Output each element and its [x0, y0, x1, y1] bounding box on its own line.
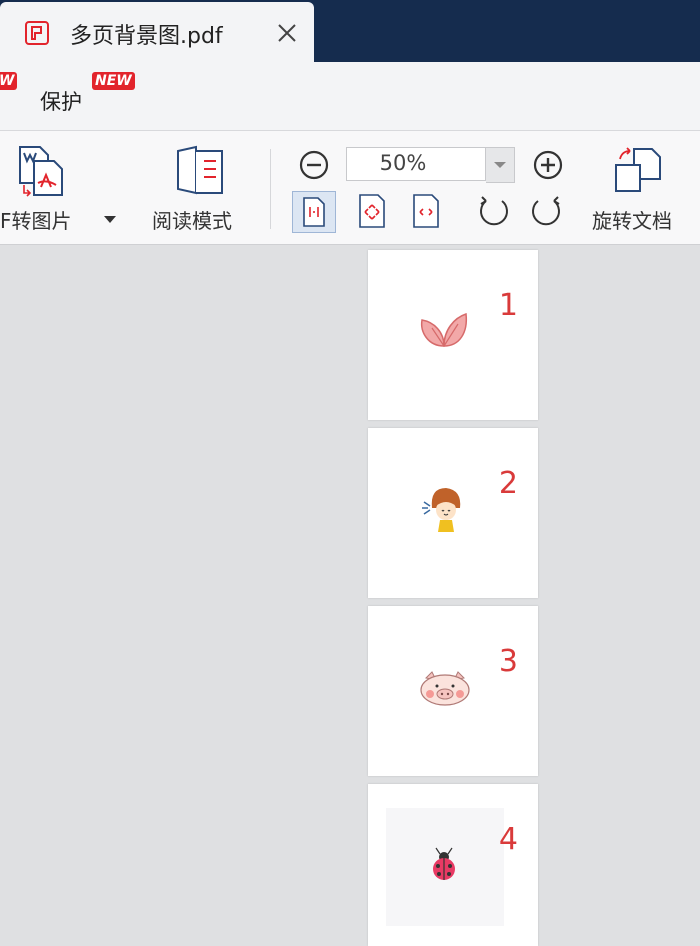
ladybug-image — [433, 847, 455, 880]
close-icon[interactable] — [276, 22, 298, 44]
rotate-document-label[interactable]: 旋转文档 — [592, 205, 672, 234]
page-thumbnail-3[interactable]: 3 — [368, 606, 538, 776]
new-badge: NEW — [92, 72, 135, 90]
new-badge-partial: W — [0, 72, 18, 90]
chevron-down-icon — [494, 162, 506, 168]
pdf-to-image-label[interactable]: F转图片 — [0, 205, 72, 234]
read-mode-label[interactable]: 阅读模式 — [152, 205, 232, 234]
fit-page-icon[interactable] — [356, 193, 388, 229]
zoom-value: 50% — [379, 151, 427, 175]
zoom-out-icon[interactable] — [298, 149, 330, 181]
toolbar: F转图片 阅读模式 50% 旋转文档 — [0, 131, 700, 245]
leaf-sprout-image — [420, 312, 468, 347]
cartoon-girl-image — [422, 488, 461, 532]
pdf-app-icon — [25, 21, 49, 45]
menu-bar: W 保护 NEW — [0, 62, 700, 131]
zoom-in-icon[interactable] — [532, 149, 564, 181]
fit-width-icon[interactable] — [410, 193, 442, 229]
toolbar-separator — [270, 149, 271, 229]
actual-size-button[interactable] — [292, 191, 336, 233]
document-tab[interactable]: 多页背景图.pdf — [0, 2, 314, 62]
page-number: 2 — [498, 466, 518, 501]
rotate-document-icon[interactable] — [612, 145, 664, 195]
read-mode-icon[interactable] — [174, 145, 226, 197]
page-number: 1 — [498, 288, 518, 323]
menu-item-protect[interactable]: 保护 — [40, 86, 82, 116]
page-number: 3 — [498, 644, 518, 679]
pig-face-image — [420, 671, 470, 706]
actual-size-icon — [303, 197, 325, 227]
chevron-down-icon[interactable] — [102, 213, 118, 225]
page-thumbnail-2[interactable]: 2 — [368, 428, 538, 598]
page-thumbnail-1[interactable]: 1 — [368, 250, 538, 420]
zoom-input[interactable]: 50% — [346, 147, 486, 181]
page-thumbnail-4[interactable]: 4 — [368, 784, 538, 946]
tab-title: 多页背景图.pdf — [70, 24, 223, 49]
rotate-left-icon[interactable] — [476, 193, 512, 229]
page-number: 4 — [498, 822, 518, 857]
rotate-right-icon[interactable] — [528, 193, 564, 229]
zoom-dropdown-button[interactable] — [486, 147, 515, 183]
pdf-to-image-icon[interactable] — [14, 143, 66, 199]
title-bar: 多页背景图.pdf — [0, 0, 700, 62]
